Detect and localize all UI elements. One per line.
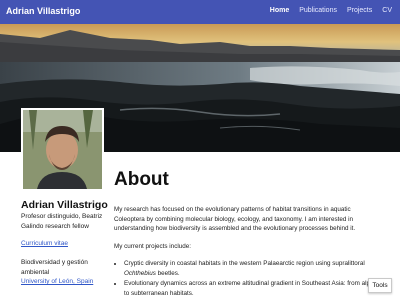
project-text-italic: Ochthebius <box>124 269 156 277</box>
top-navbar: Adrian Villastrigo Home Publications Pro… <box>0 0 400 24</box>
profile-avatar <box>21 108 104 191</box>
site-brand[interactable]: Adrian Villastrigo <box>6 6 80 16</box>
nav-link-home[interactable]: Home <box>270 7 289 14</box>
nav-link-cv[interactable]: CV <box>382 7 392 14</box>
project-text-before: Evolutionary dynamics across an extreme … <box>124 280 379 297</box>
nav-links: Home Publications Projects CV <box>270 7 392 14</box>
list-item: Evolutionary dynamics across an extreme … <box>124 279 380 298</box>
nav-link-publications[interactable]: Publications <box>299 7 337 14</box>
affiliation-title: Biodiversidad y gestión ambiental <box>21 259 88 276</box>
project-text-before: Cryptic diversity in coastal habitats in… <box>124 260 365 267</box>
tools-button[interactable]: Tools <box>368 278 392 293</box>
affiliation-link[interactable]: University of León, Spain <box>21 278 93 285</box>
intro-paragraph: My research has focused on the evolution… <box>114 206 356 232</box>
projects-list: Cryptic diversity in coastal habitats in… <box>114 259 380 298</box>
project-text-after: beetles. <box>155 269 180 277</box>
curriculum-vitae-link[interactable]: Curriculum vitae <box>21 240 68 247</box>
page-title: About <box>114 169 169 190</box>
about-content: My research has focused on the evolution… <box>114 205 380 299</box>
profile-role: Profesor distinguido, Beatriz Galindo re… <box>21 213 103 230</box>
nav-link-projects[interactable]: Projects <box>347 7 372 14</box>
projects-heading: My current projects include: <box>114 242 191 250</box>
list-item: Cryptic diversity in coastal habitats in… <box>124 259 380 278</box>
profile-name: Adrian Villastrigo <box>21 199 108 211</box>
